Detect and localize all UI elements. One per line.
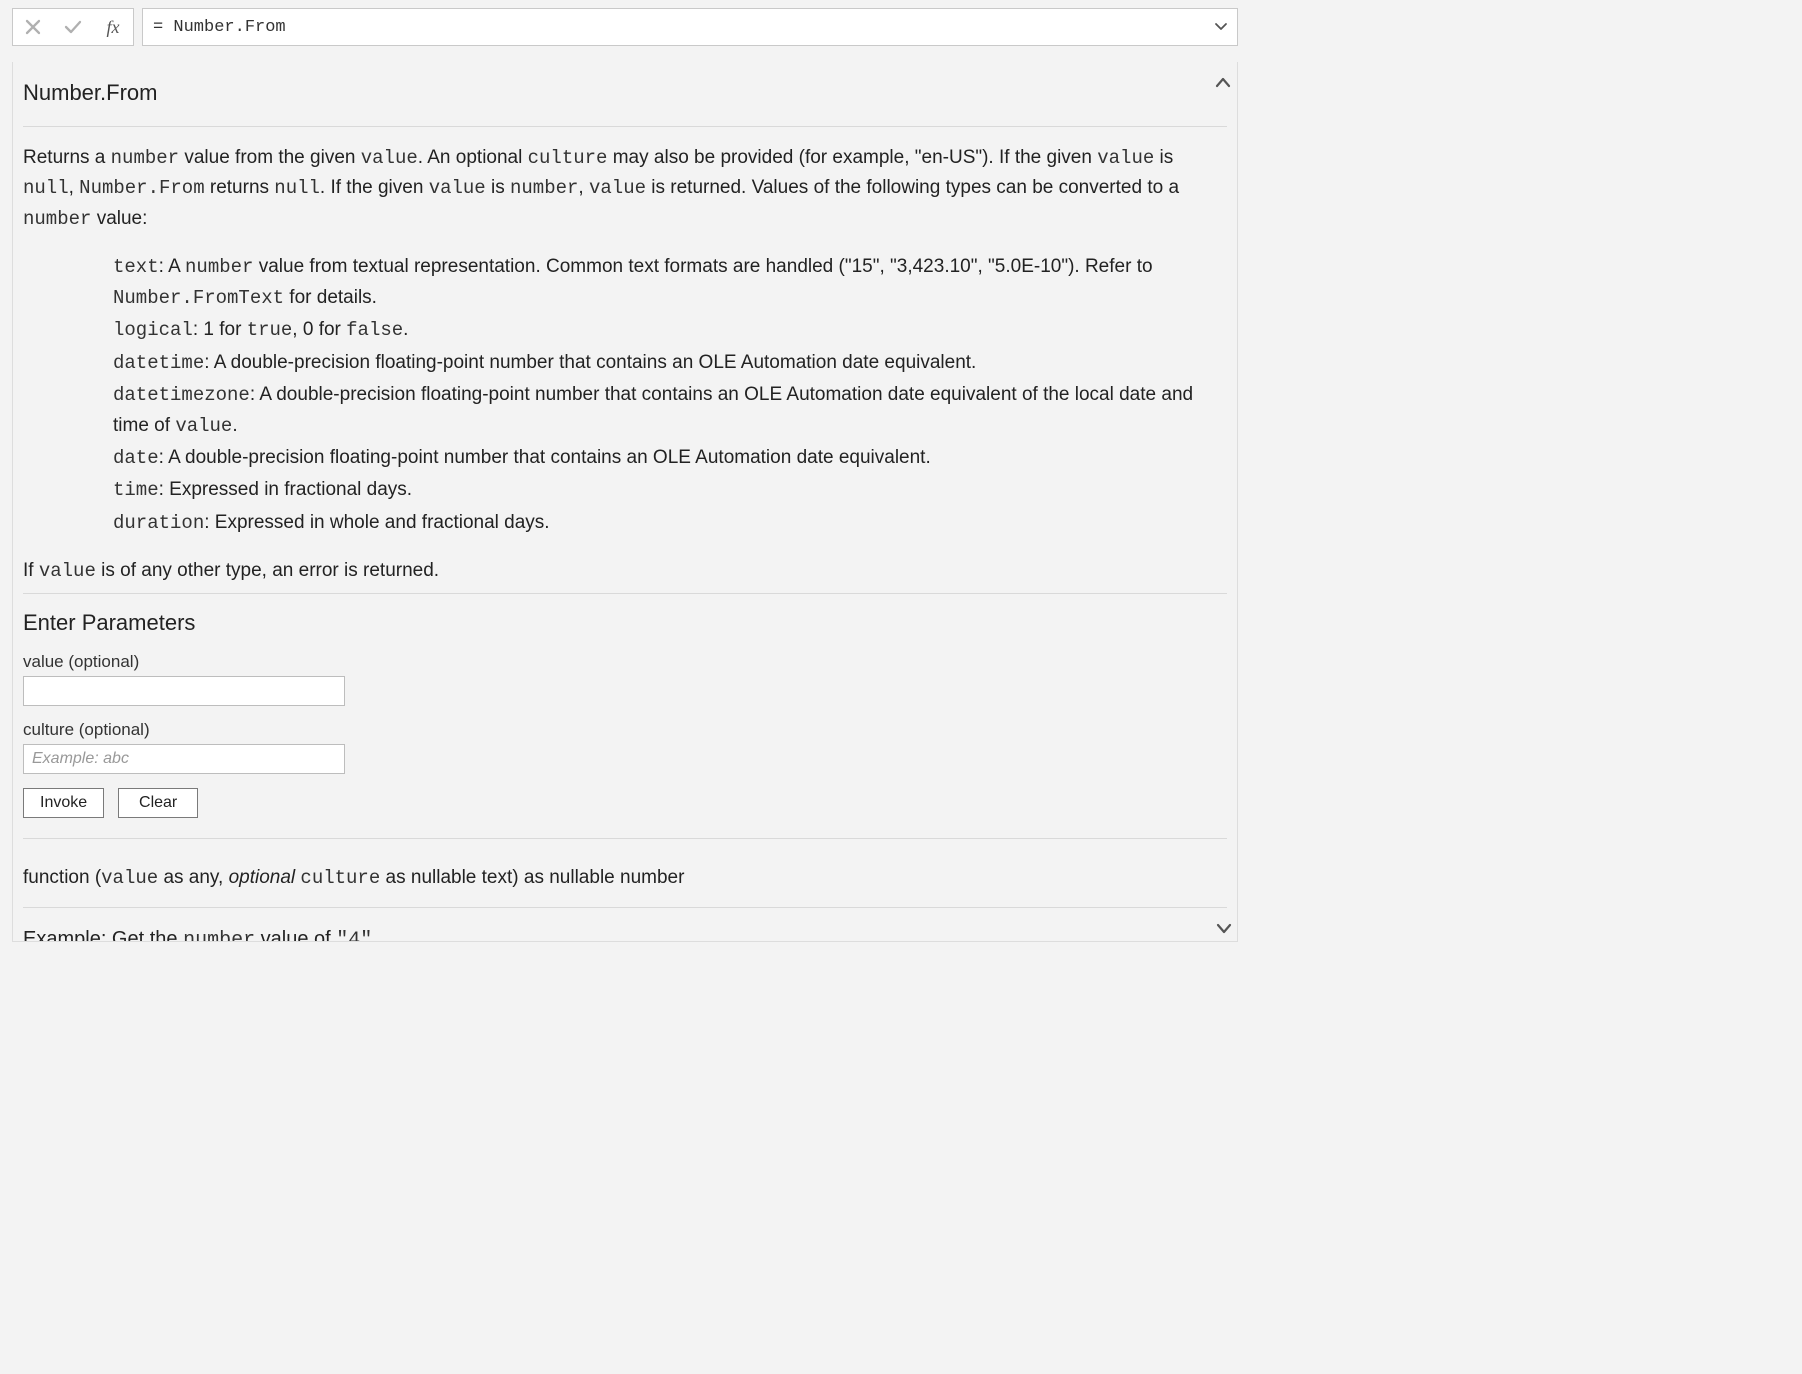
- cancel-icon[interactable]: [13, 9, 53, 45]
- fx-icon[interactable]: fx: [93, 9, 133, 45]
- culture-input[interactable]: [23, 744, 345, 774]
- example-heading: Example: Get the number value of "4".: [23, 924, 1227, 942]
- list-item: datetimezone: A double-precision floatin…: [113, 380, 1227, 441]
- confirm-icon[interactable]: [53, 9, 93, 45]
- scroll-down-icon[interactable]: [1216, 921, 1232, 935]
- formula-tools: fx: [12, 8, 134, 46]
- formula-input[interactable]: = Number.From: [142, 8, 1238, 46]
- enter-parameters-heading: Enter Parameters: [23, 610, 1227, 636]
- list-item: date: A double-precision floating-point …: [113, 443, 1227, 473]
- expand-formula-icon[interactable]: [1205, 20, 1237, 34]
- function-description: Returns a number value from the given va…: [23, 143, 1227, 234]
- description-tail: If value is of any other type, an error …: [23, 556, 1227, 586]
- type-conversion-list: text: A number value from textual repres…: [113, 252, 1227, 538]
- collapse-icon[interactable]: [1215, 76, 1231, 90]
- formula-bar: fx = Number.From: [0, 0, 1250, 54]
- param-label-culture: culture (optional): [23, 720, 1227, 740]
- function-signature: function (value as any, optional culture…: [23, 855, 1227, 901]
- clear-button[interactable]: Clear: [118, 788, 198, 818]
- param-label-value: value (optional): [23, 652, 1227, 672]
- divider: [23, 126, 1227, 127]
- invoke-button[interactable]: Invoke: [23, 788, 104, 818]
- function-title: Number.From: [23, 74, 1227, 120]
- divider: [23, 907, 1227, 908]
- list-item: logical: 1 for true, 0 for false.: [113, 315, 1227, 345]
- value-input[interactable]: [23, 676, 345, 706]
- list-item: time: Expressed in fractional days.: [113, 475, 1227, 505]
- divider: [23, 593, 1227, 594]
- list-item: datetime: A double-precision floating-po…: [113, 348, 1227, 378]
- divider: [23, 838, 1227, 839]
- list-item: text: A number value from textual repres…: [113, 252, 1227, 313]
- function-help-pane[interactable]: Number.From Returns a number value from …: [12, 62, 1238, 942]
- list-item: duration: Expressed in whole and fractio…: [113, 508, 1227, 538]
- formula-text[interactable]: = Number.From: [143, 18, 1205, 37]
